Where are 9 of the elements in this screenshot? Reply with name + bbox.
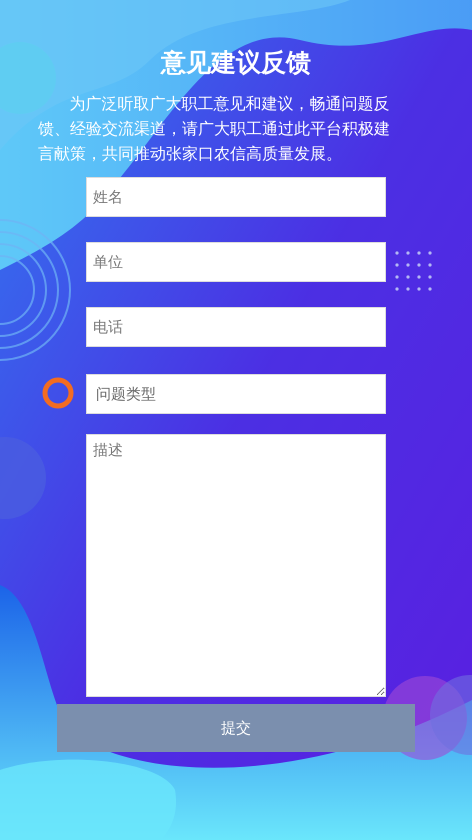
input-field[interactable]: 电话 bbox=[86, 307, 386, 347]
input-field[interactable]: 单位 bbox=[86, 242, 386, 282]
ring-icon bbox=[42, 378, 74, 408]
description-field[interactable]: 描述 bbox=[86, 434, 386, 697]
dot-grid-drawing bbox=[395, 251, 432, 291]
submit-button[interactable]: 提交 bbox=[57, 704, 415, 752]
page-title: 意见建议反馈 bbox=[159, 47, 312, 79]
input-field[interactable]: 姓名 bbox=[86, 177, 386, 217]
type-dropdown[interactable]: 问题类型 bbox=[86, 374, 386, 414]
